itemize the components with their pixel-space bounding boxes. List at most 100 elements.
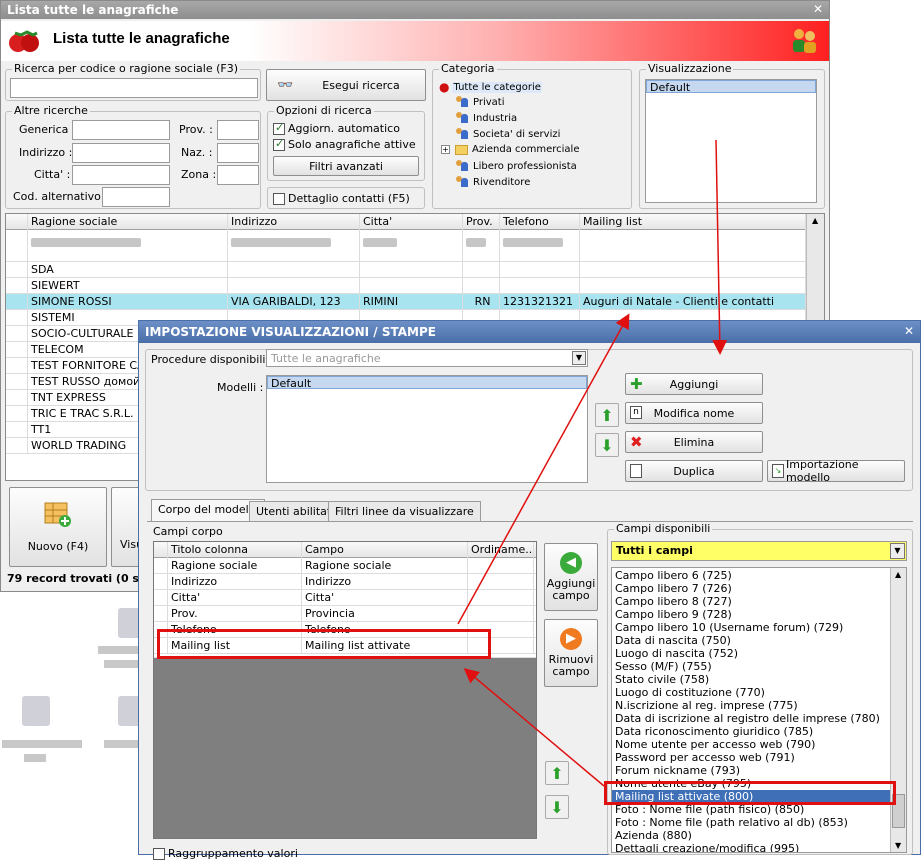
prov-input[interactable] — [217, 120, 259, 140]
available-filter-select[interactable]: Tutti i campi ▼ — [611, 541, 907, 561]
rename-model-button[interactable]: n Modifica nome — [625, 402, 763, 424]
add-field-button[interactable]: ◀ Aggiungi campo — [544, 543, 598, 611]
remove-field-label: Rimuovi campo — [548, 653, 594, 678]
available-field-item[interactable]: Foto : Nome file (path relativo al db) (… — [612, 816, 890, 829]
active-only-checkbox[interactable]: Solo anagrafiche attive — [273, 137, 416, 151]
scroll-up-icon[interactable]: ▲ — [812, 216, 818, 225]
available-field-item[interactable]: Password per accesso web (791) — [612, 751, 890, 764]
grouping-checkbox[interactable]: Raggruppamento valori — [153, 847, 298, 860]
dialog-close-icon[interactable]: ✕ — [904, 324, 914, 338]
available-fields-list[interactable]: Campo libero 6 (725) Campo libero 7 (726)… — [611, 567, 907, 853]
col-prov[interactable]: Prov. — [463, 214, 500, 230]
available-scrollbar[interactable]: ▲ ▼ — [890, 568, 906, 852]
available-field-item[interactable]: Dettagli creazione/modifica (995) — [612, 842, 890, 852]
tree-item-all[interactable]: ● Tutte le categorie — [439, 80, 542, 94]
advanced-filters-button[interactable]: Filtri avanzati — [273, 156, 419, 176]
expand-plus-icon[interactable]: + — [441, 145, 450, 154]
row-indicator — [6, 374, 28, 390]
tab-filtri-linee[interactable]: Filtri linee da visualizzare — [328, 501, 481, 521]
indirizzo-input[interactable] — [72, 143, 170, 163]
procedures-select[interactable]: Tutte le anagrafiche ▼ — [266, 349, 588, 367]
table-row[interactable]: SIMONE ROSSI VIA GARIBALDI, 123 RIMINI RN 12… — [6, 294, 806, 310]
cell-name: SDA — [28, 262, 228, 278]
available-field-item[interactable]: Luogo di costituzione (770) — [612, 686, 890, 699]
desktop-icon[interactable] — [22, 696, 50, 726]
table-row[interactable]: SIEWERT — [6, 278, 806, 294]
contact-detail-checkbox[interactable]: Dettaglio contatti (F5) — [273, 192, 410, 205]
search-input[interactable] — [10, 78, 258, 98]
available-field-item[interactable]: Forum nickname (793) — [612, 764, 890, 777]
cod-alternativo-input[interactable] — [102, 187, 170, 207]
desktop-icon-label — [98, 646, 138, 654]
tree-item-industria[interactable]: Industria — [455, 112, 517, 124]
col-mailing-list[interactable]: Mailing list — [580, 214, 806, 230]
body-fields-grid[interactable]: Titolo colonna Campo Ordiname... Ragione… — [153, 541, 537, 839]
tree-item-rivenditore[interactable]: Rivenditore — [455, 176, 530, 188]
available-field-item[interactable]: Nome utente per accesso web (790) — [612, 738, 890, 751]
table-row[interactable] — [6, 230, 806, 262]
view-item-default[interactable]: Default — [646, 80, 816, 94]
tree-item-libero[interactable]: Libero professionista — [455, 160, 577, 172]
naz-input[interactable] — [217, 143, 259, 163]
delete-model-button[interactable]: ✖ Elimina — [625, 431, 763, 453]
body-field-row[interactable]: Indirizzo Indirizzo — [154, 574, 536, 590]
tab-bar: Corpo del modello Utenti abilitati Filtr… — [151, 499, 551, 523]
col-citta[interactable]: Citta' — [360, 214, 463, 230]
available-field-item[interactable]: Campo libero 10 (Username forum) (729) — [612, 621, 890, 634]
field-up-button[interactable]: ⬆ — [545, 761, 569, 785]
model-item-default[interactable]: Default — [267, 376, 587, 390]
move-down-button[interactable]: ⬇ — [595, 433, 619, 457]
duplicate-model-button[interactable]: Duplica — [625, 460, 763, 482]
desktop-icon[interactable] — [118, 696, 140, 726]
col-ordinamento[interactable]: Ordiname... — [468, 542, 534, 558]
scroll-down-icon[interactable]: ▼ — [895, 841, 901, 850]
category-tree[interactable]: ● Tutte le categorie Privati Industria S… — [437, 78, 627, 203]
body-field-row[interactable]: Citta' Citta' — [154, 590, 536, 606]
tree-item-privati[interactable]: Privati — [455, 96, 505, 108]
col-indirizzo[interactable]: Indirizzo — [228, 214, 360, 230]
tab-label: Corpo del modello — [158, 503, 259, 516]
available-field-item[interactable]: Data di nascita (750) — [612, 634, 890, 647]
chevron-down-icon[interactable]: ▼ — [572, 351, 586, 365]
new-button[interactable]: Nuovo (F4) — [9, 487, 107, 567]
col-ragione-sociale[interactable]: Ragione sociale — [28, 214, 228, 230]
add-field-label: Aggiungi campo — [546, 577, 596, 602]
models-list[interactable]: Default — [266, 375, 588, 483]
auto-update-checkbox[interactable]: Aggiorn. automatico — [273, 121, 400, 135]
tree-item-commerciale[interactable]: + Azienda commerciale — [441, 144, 580, 155]
add-model-button[interactable]: ✚ Aggiungi — [625, 373, 763, 395]
col-titolo-colonna[interactable]: Titolo colonna — [168, 542, 302, 558]
body-field-row[interactable]: Prov. Provincia — [154, 606, 536, 622]
scroll-up-icon[interactable]: ▲ — [895, 570, 901, 579]
chevron-down-icon[interactable]: ▼ — [890, 543, 905, 559]
available-field-item[interactable]: Luogo di nascita (752) — [612, 647, 890, 660]
import-model-button[interactable]: ↘ Importazione modello — [767, 458, 905, 484]
delete-x-icon: ✖ — [630, 433, 643, 451]
available-field-item[interactable]: Data di iscrizione al registro delle imp… — [612, 712, 890, 725]
available-field-item[interactable]: Campo libero 6 (725) — [612, 569, 890, 582]
move-up-button[interactable]: ⬆ — [595, 403, 619, 427]
zona-input[interactable] — [217, 165, 259, 185]
tree-item-label: Industria — [473, 112, 518, 124]
body-field-row[interactable]: Ragione sociale Ragione sociale — [154, 558, 536, 574]
generica-input[interactable] — [72, 120, 170, 140]
available-field-item[interactable]: Campo libero 9 (728) — [612, 608, 890, 621]
close-icon[interactable]: ✕ — [813, 2, 823, 16]
available-field-item[interactable]: Stato civile (758) — [612, 673, 890, 686]
col-telefono[interactable]: Telefono — [500, 214, 580, 230]
tree-item-servizi[interactable]: Societa' di servizi — [455, 128, 560, 140]
strawberry-icon: ● — [439, 80, 450, 94]
available-field-item[interactable]: Campo libero 8 (727) — [612, 595, 890, 608]
field-down-button[interactable]: ⬇ — [545, 795, 569, 819]
available-field-item[interactable]: Data riconoscimento giuridico (785) — [612, 725, 890, 738]
available-field-item[interactable]: Azienda (880) — [612, 829, 890, 842]
search-button[interactable]: 👓 Esegui ricerca — [266, 69, 426, 101]
available-field-item[interactable]: Campo libero 7 (726) — [612, 582, 890, 595]
available-field-item[interactable]: N.iscrizione al reg. imprese (775) — [612, 699, 890, 712]
col-campo[interactable]: Campo — [302, 542, 468, 558]
table-row[interactable]: SDA — [6, 262, 806, 278]
view-list[interactable]: Default — [645, 79, 817, 203]
remove-field-button[interactable]: ▶ Rimuovi campo — [544, 619, 598, 687]
available-field-item[interactable]: Sesso (M/F) (755) — [612, 660, 890, 673]
citta-input[interactable] — [72, 165, 170, 185]
